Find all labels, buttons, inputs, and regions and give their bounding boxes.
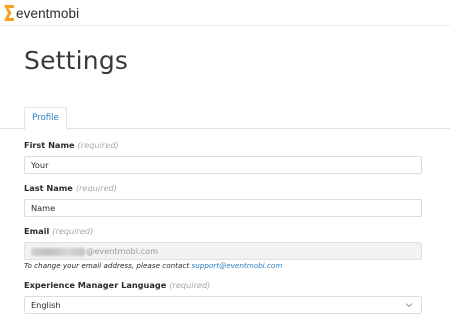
page-title: Settings (24, 46, 129, 75)
email-label-text: Email (24, 226, 50, 236)
chevron-down-icon (405, 303, 413, 308)
language-label: Experience Manager Language (required) (24, 280, 210, 290)
required-hint: (required) (52, 226, 94, 236)
required-hint: (required) (77, 140, 119, 150)
language-select[interactable]: English (24, 296, 422, 314)
last-name-label: Last Name (required) (24, 183, 117, 193)
email-help-text: To change your email address, please con… (24, 261, 282, 270)
first-name-field[interactable]: Your (24, 156, 422, 174)
first-name-value: Your (31, 160, 49, 170)
required-hint: (required) (169, 280, 211, 290)
email-label: Email (required) (24, 226, 93, 236)
redacted-email-user (31, 247, 85, 256)
email-domain: @eventmobi.com (86, 246, 159, 256)
first-name-label-text: First Name (24, 140, 75, 150)
tab-bar: Profile (0, 107, 450, 130)
required-hint: (required) (75, 183, 117, 193)
language-value: English (31, 300, 61, 310)
tab-profile[interactable]: Profile (24, 107, 67, 130)
top-bar: eventmobi (0, 0, 450, 26)
language-label-text: Experience Manager Language (24, 280, 167, 290)
last-name-value: Name (31, 203, 56, 213)
email-help-message: To change your email address, please con… (24, 261, 190, 270)
eventmobi-logo-icon (4, 5, 14, 21)
eventmobi-logo[interactable]: eventmobi (4, 4, 79, 22)
email-field: @eventmobi.com (24, 242, 422, 260)
last-name-field[interactable]: Name (24, 199, 422, 217)
last-name-label-text: Last Name (24, 183, 73, 193)
support-email-link[interactable]: support@eventmobi.com (191, 261, 282, 270)
first-name-label: First Name (required) (24, 140, 119, 150)
brand-name: eventmobi (16, 5, 80, 21)
